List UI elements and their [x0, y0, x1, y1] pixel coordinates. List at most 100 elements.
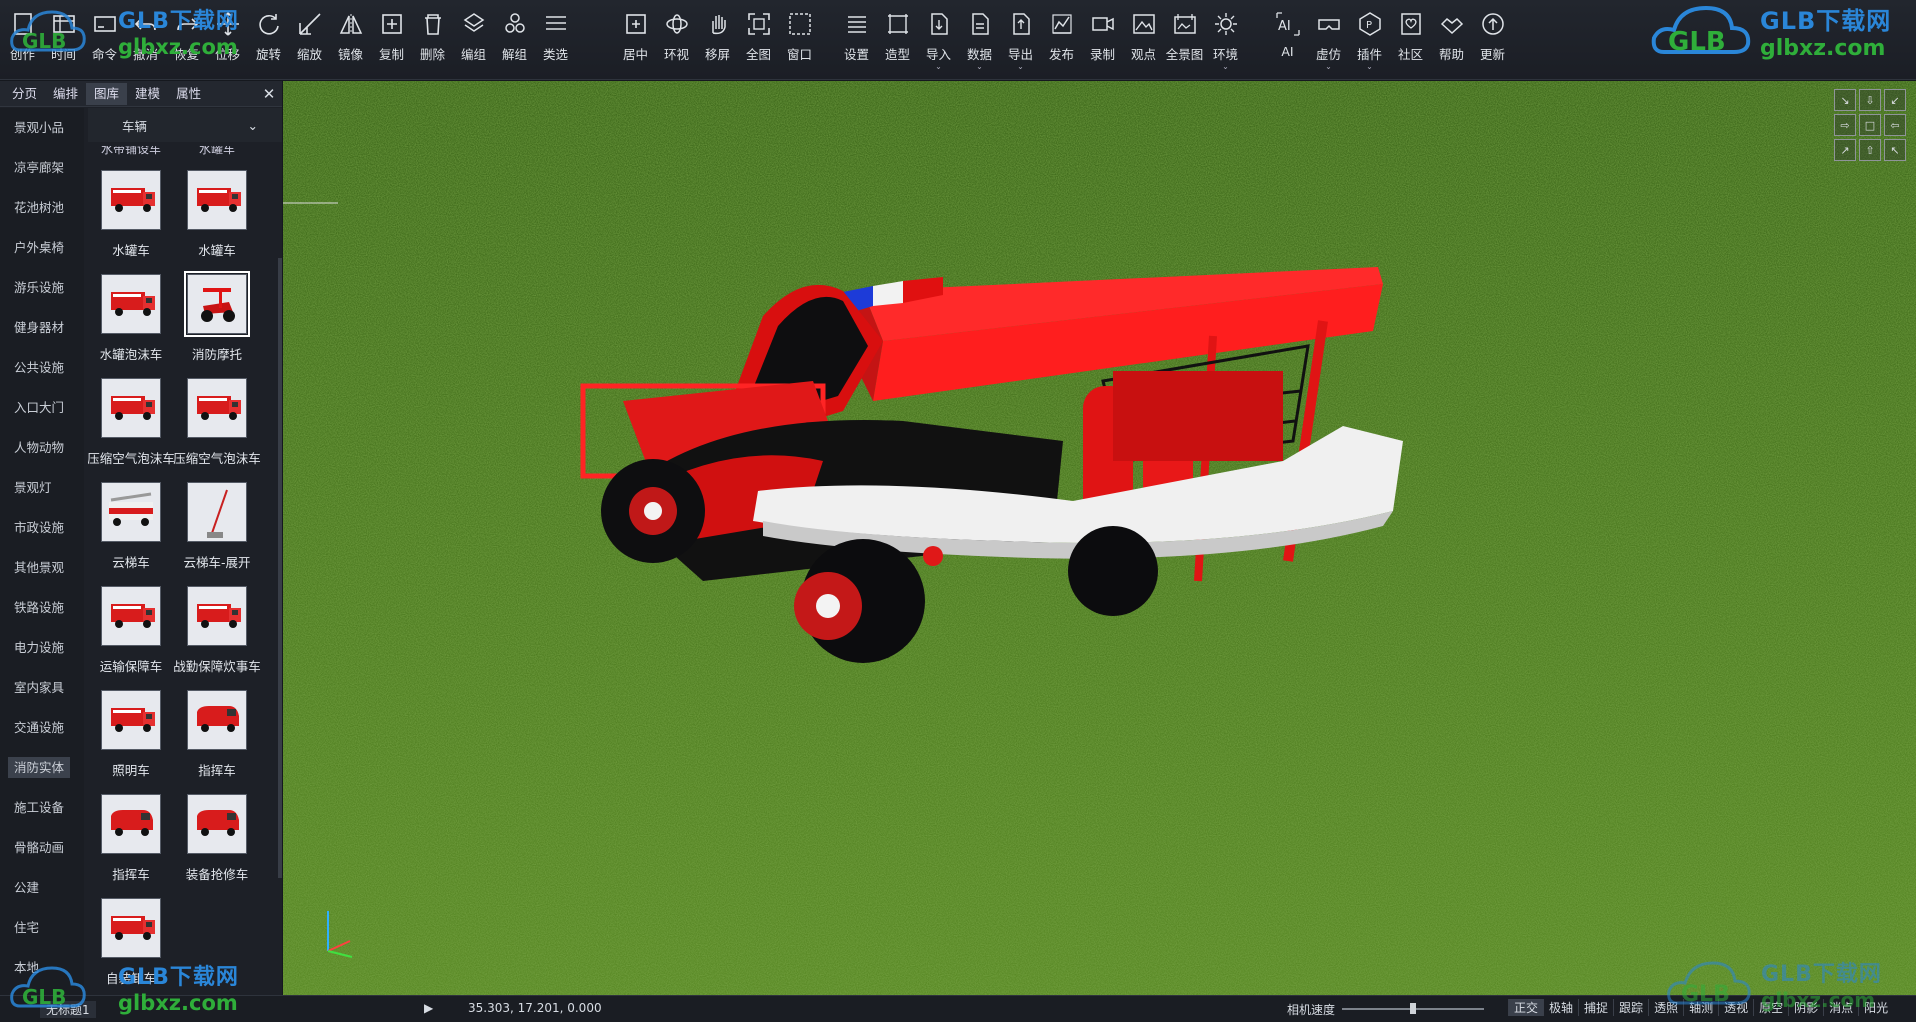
- library-item[interactable]: 装备抢修车: [174, 794, 260, 898]
- vr-button[interactable]: 虚仿 ⌄: [1308, 6, 1349, 74]
- select-type-button[interactable]: 类选: [535, 6, 576, 74]
- category-item[interactable]: 公建: [0, 868, 84, 908]
- category-item[interactable]: 公共设施: [0, 348, 84, 388]
- rotate-button[interactable]: 旋转: [248, 6, 289, 74]
- category-item[interactable]: 人物动物: [0, 428, 84, 468]
- play-icon[interactable]: ▶: [424, 1001, 433, 1015]
- library-item[interactable]: 战勤保障炊事车: [173, 586, 261, 690]
- category-item[interactable]: 市政设施: [0, 508, 84, 548]
- library-item[interactable]: 水罐车: [88, 170, 174, 274]
- center-button[interactable]: 居中: [615, 6, 656, 74]
- pan-hand-button[interactable]: 移屏: [697, 6, 738, 74]
- status-toggle-button[interactable]: 跟踪: [1613, 999, 1648, 1016]
- category-item[interactable]: 电力设施: [0, 628, 84, 668]
- library-item[interactable]: 水罐车: [174, 170, 260, 274]
- community-button[interactable]: 社区: [1390, 6, 1431, 74]
- orbit-button[interactable]: 环视: [656, 6, 697, 74]
- category-item[interactable]: 消防实体: [0, 748, 84, 788]
- copy-button[interactable]: 复制: [371, 6, 412, 74]
- delete-button[interactable]: 删除: [412, 6, 453, 74]
- import-button[interactable]: 导入 ⌄: [918, 6, 959, 74]
- category-item[interactable]: 其他景观: [0, 548, 84, 588]
- view-direction-button[interactable]: ↗: [1834, 139, 1856, 161]
- status-toggle-button[interactable]: 极轴: [1543, 999, 1578, 1016]
- category-item[interactable]: 凉亭廊架: [0, 148, 84, 188]
- vehicle-thumbnail: [101, 794, 161, 854]
- library-item[interactable]: 压缩空气泡沫车: [88, 378, 175, 482]
- library-item[interactable]: 消防摩托: [174, 271, 260, 378]
- record-button[interactable]: 录制: [1082, 6, 1123, 74]
- data-icon: [966, 10, 994, 38]
- library-item[interactable]: 水罐泡沫车: [88, 274, 174, 378]
- tab-arrange[interactable]: 编排: [45, 83, 86, 105]
- status-toggle-button[interactable]: 捕捉: [1578, 999, 1613, 1016]
- data-button[interactable]: 数据 ⌄: [959, 6, 1000, 74]
- library-item[interactable]: 压缩空气泡沫车: [173, 378, 261, 482]
- camera-speed-handle[interactable]: [1410, 1003, 1416, 1014]
- ungroup-button[interactable]: 解组: [494, 6, 535, 74]
- toolbar-label: 数据: [966, 47, 992, 62]
- view-direction-button[interactable]: ⇩: [1859, 89, 1881, 111]
- ai-button[interactable]: AI AI: [1267, 6, 1308, 74]
- 3d-viewport[interactable]: ↘ ⇩ ↙ ⇨ □ ⇦ ↗ ⇧ ↖: [283, 81, 1916, 995]
- view-direction-button[interactable]: ⇨: [1834, 114, 1856, 136]
- vehicle-thumbnail: [101, 898, 161, 958]
- item-name: 指挥车: [112, 867, 150, 882]
- category-item[interactable]: 户外桌椅: [0, 228, 84, 268]
- export-button[interactable]: 导出 ⌄: [1000, 6, 1041, 74]
- view-direction-button[interactable]: ↙: [1884, 89, 1906, 111]
- window-zoom-button[interactable]: 窗口: [779, 6, 820, 74]
- help-button[interactable]: 帮助: [1431, 6, 1472, 74]
- group-button[interactable]: 编组: [453, 6, 494, 74]
- toolbar-label: 环境: [1212, 47, 1238, 62]
- library-scrollbar[interactable]: [278, 258, 282, 878]
- category-item[interactable]: 入口大门: [0, 388, 84, 428]
- category-item[interactable]: 游乐设施: [0, 268, 84, 308]
- mirror-button[interactable]: 镜像: [330, 6, 371, 74]
- view-direction-button[interactable]: □: [1859, 114, 1881, 136]
- environment-sun-button[interactable]: 环境 ⌄: [1205, 6, 1246, 74]
- category-item[interactable]: 花池树池: [0, 188, 84, 228]
- status-toggle-button[interactable]: 正交: [1508, 999, 1544, 1016]
- toolbar-label: 全图: [745, 47, 771, 62]
- category-item[interactable]: 室内家具: [0, 668, 84, 708]
- category-item[interactable]: 景观灯: [0, 468, 84, 508]
- category-item[interactable]: 铁路设施: [0, 588, 84, 628]
- viewpoint-button[interactable]: 观点: [1123, 6, 1164, 74]
- library-item[interactable]: 指挥车: [174, 690, 260, 794]
- category-item[interactable]: 健身器材: [0, 308, 84, 348]
- library-item[interactable]: 指挥车: [88, 794, 174, 898]
- camera-speed-slider[interactable]: [1342, 1003, 1484, 1014]
- item-name: 装备抢修车: [185, 867, 249, 882]
- tab-pagination[interactable]: 分页: [4, 83, 45, 105]
- category-item[interactable]: 骨骼动画: [0, 828, 84, 868]
- tab-gallery[interactable]: 图库: [86, 82, 128, 105]
- tab-modeling[interactable]: 建模: [127, 83, 168, 105]
- category-item[interactable]: 施工设备: [0, 788, 84, 828]
- category-item[interactable]: 景观小品: [0, 108, 84, 148]
- library-item[interactable]: 运输保障车: [88, 586, 174, 690]
- library-item[interactable]: 云梯车-展开: [174, 482, 260, 586]
- panorama-button[interactable]: 全景图: [1164, 6, 1205, 74]
- fit-all-button[interactable]: 全图: [738, 6, 779, 74]
- category-item[interactable]: 交通设施: [0, 708, 84, 748]
- library-item[interactable]: 云梯车: [88, 482, 174, 586]
- item-name: 消防摩托: [191, 347, 242, 362]
- library-item[interactable]: 照明车: [88, 690, 174, 794]
- settings-button[interactable]: 设置: [836, 6, 877, 74]
- mirror-icon: [337, 10, 365, 38]
- plugin-button[interactable]: P 插件 ⌄: [1349, 6, 1390, 74]
- update-button[interactable]: 更新: [1472, 6, 1513, 74]
- category-label: 骨骼动画: [14, 840, 65, 855]
- publish-button[interactable]: 发布: [1041, 6, 1082, 74]
- view-direction-button[interactable]: ↘: [1834, 89, 1856, 111]
- library-category-select[interactable]: 车辆 ⌄: [88, 108, 282, 142]
- view-direction-button[interactable]: ↖: [1884, 139, 1906, 161]
- view-direction-button[interactable]: ⇧: [1859, 139, 1881, 161]
- scale-button[interactable]: 缩放: [289, 6, 330, 74]
- view-direction-button[interactable]: ⇦: [1884, 114, 1906, 136]
- category-item[interactable]: 住宅: [0, 908, 84, 948]
- modeling-button[interactable]: 造型: [877, 6, 918, 74]
- tab-properties[interactable]: 属性: [168, 83, 209, 105]
- panel-close-icon[interactable]: ✕: [256, 85, 282, 103]
